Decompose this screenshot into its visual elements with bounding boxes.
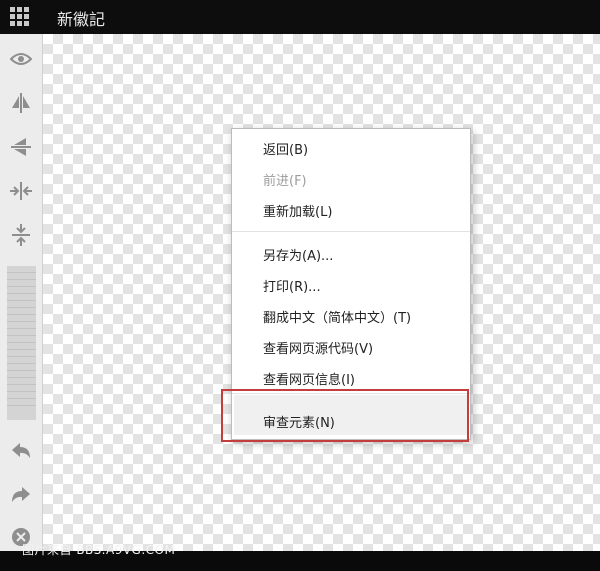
menu-item-print[interactable]: 打印(R)... [263, 276, 321, 295]
title-bar: 新徽記 [0, 0, 600, 34]
menu-item-page-info[interactable]: 查看网页信息(I) [263, 369, 355, 388]
menu-item-back[interactable]: 返回(B) [263, 139, 308, 158]
apps-grid-icon[interactable] [10, 7, 30, 27]
watermark-text: 图片来自 BBS.A9VG.COM [22, 543, 176, 557]
compress-horizontal-icon[interactable] [0, 176, 42, 206]
menu-item-translate[interactable]: 翻成中文（简体中文）(T) [263, 307, 411, 326]
menu-item-view-source[interactable]: 查看网页源代码(V) [263, 338, 373, 357]
annotation-box [221, 389, 469, 442]
window-title: 新徽記 [57, 10, 106, 29]
tool-sidebar [0, 34, 43, 551]
menu-separator [232, 231, 470, 232]
menu-item-reload[interactable]: 重新加载(L) [263, 201, 332, 220]
menu-item-forward: 前进(F) [263, 174, 307, 189]
zoom-slider[interactable] [7, 266, 36, 420]
eye-icon[interactable] [0, 44, 42, 74]
redo-icon[interactable] [0, 480, 42, 510]
compress-vertical-icon[interactable] [0, 220, 42, 250]
flip-vertical-icon[interactable] [0, 132, 42, 162]
menu-item-save-as[interactable]: 另存为(A)... [263, 245, 333, 264]
undo-icon[interactable] [0, 436, 42, 466]
flip-horizontal-icon[interactable] [0, 88, 42, 118]
